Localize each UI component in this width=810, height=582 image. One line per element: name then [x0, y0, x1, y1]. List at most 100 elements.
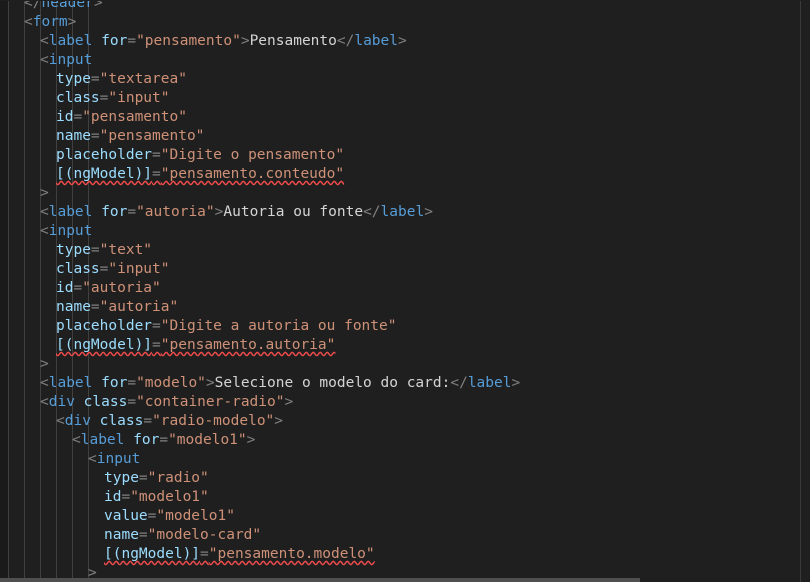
code-token-tag: label [48, 33, 93, 49]
code-line[interactable]: name="modelo-card" [0, 526, 261, 545]
code-line[interactable]: type="radio" [0, 469, 209, 488]
code-line[interactable]: type="text" [0, 241, 152, 260]
code-line[interactable]: placeholder="Digite a autoria ou fonte" [0, 317, 396, 336]
code-line[interactable]: value="modelo1" [0, 507, 235, 526]
code-token-pun: < [40, 394, 49, 410]
code-token-attr: name [104, 527, 139, 543]
code-line[interactable]: class="input" [0, 89, 170, 108]
code-token-str: "modelo1" [130, 489, 209, 505]
code-token-pun: = [138, 527, 148, 543]
code-line[interactable]: [(ngModel)]="pensamento.conteudo" [0, 165, 344, 184]
code-token-pun: = [90, 299, 100, 315]
code-token-attr: value [104, 508, 148, 524]
code-line[interactable]: <label for="pensamento">Pensamento</labe… [0, 32, 407, 51]
code-token-pun [75, 394, 84, 410]
code-token-attr: [(ngModel)] [56, 166, 153, 182]
code-token-str: "autoria" [136, 204, 215, 220]
code-token-pun: </ [450, 375, 468, 391]
code-token-pun: = [127, 33, 137, 49]
code-token-str: "autoria" [99, 299, 179, 315]
code-token-pun: > [274, 413, 284, 429]
code-token-str: "Digite a autoria ou fonte" [160, 318, 397, 334]
code-token-str: "pensamento.conteudo" [160, 166, 345, 182]
code-token-str: "radio" [147, 470, 209, 486]
code-token-str: "input" [108, 261, 170, 277]
code-token-tag: label [467, 375, 512, 391]
code-token-str: "autoria" [82, 280, 161, 296]
code-token-pun: > [246, 432, 256, 448]
code-token-pun: = [200, 546, 209, 562]
code-line[interactable]: id="autoria" [0, 279, 161, 298]
horizontal-scrollbar-thumb[interactable] [0, 578, 640, 582]
overview-ruler-area[interactable] [801, 0, 810, 582]
code-editor-viewport[interactable]: </header> <form> <label for="pensamento">P… [0, 0, 810, 582]
code-token-pun: < [40, 33, 49, 49]
code-token-tag: header [41, 0, 94, 11]
code-token-str: "container-radio" [136, 394, 285, 410]
code-line[interactable]: <input [0, 222, 92, 241]
code-line[interactable]: <label for="modelo">Selecione o modelo d… [0, 374, 520, 393]
code-token-attr: type [56, 71, 91, 87]
code-line[interactable]: name="autoria" [0, 298, 178, 317]
code-token-attr: id [56, 109, 74, 125]
code-token-attr: id [56, 280, 74, 296]
code-line[interactable]: <div class="radio-modelo"> [0, 412, 283, 431]
code-line[interactable]: type="textarea" [0, 70, 187, 89]
code-line[interactable]: <div class="container-radio"> [0, 393, 293, 412]
code-line[interactable]: <form> [0, 13, 76, 32]
code-token-str: "pensamento" [136, 33, 241, 49]
code-token-tag: label [48, 204, 93, 220]
code-token-pun: = [127, 394, 137, 410]
code-token-str: "modelo1" [156, 508, 235, 524]
code-token-pun: = [121, 489, 131, 505]
code-line[interactable]: </header> [0, 0, 103, 13]
code-token-pun: = [152, 318, 161, 334]
code-token-tag: div [48, 394, 75, 410]
code-token-attr: class [83, 394, 128, 410]
code-token-attr: for [101, 204, 128, 220]
code-token-str: "pensamento" [99, 128, 205, 144]
code-line[interactable]: [(ngModel)]="pensamento.autoria" [0, 336, 335, 355]
code-token-tag: input [48, 52, 93, 68]
code-token-pun: = [90, 242, 100, 258]
code-token-attr: name [56, 128, 91, 144]
code-token-pun: < [56, 413, 65, 429]
horizontal-scrollbar-track[interactable] [0, 578, 810, 582]
code-line[interactable]: <label for="autoria">Autoria ou fonte</l… [0, 203, 433, 222]
code-line[interactable]: [(ngModel)]="pensamento.modelo" [0, 545, 375, 564]
code-token-pun: = [159, 432, 169, 448]
code-line[interactable]: placeholder="Digite o pensamento" [0, 146, 344, 165]
code-line[interactable]: id="modelo1" [0, 488, 209, 507]
code-token-pun: = [127, 375, 137, 391]
code-token-pun: > [40, 356, 49, 372]
code-token-attr: id [104, 489, 122, 505]
code-token-pun: > [40, 185, 49, 201]
code-token-pun: = [143, 413, 153, 429]
code-line[interactable]: <input [0, 450, 140, 469]
code-token-tag: input [48, 223, 93, 239]
code-line[interactable]: class="input" [0, 260, 170, 279]
code-line[interactable]: id="pensamento" [0, 108, 187, 127]
code-token-pun: = [152, 147, 161, 163]
code-token-pun: </ [24, 0, 42, 11]
code-token-pun: > [398, 33, 407, 49]
code-token-pun: < [72, 432, 81, 448]
code-token-attr: type [104, 470, 139, 486]
code-token-pun: = [73, 280, 83, 296]
code-token-pun: < [40, 52, 49, 68]
code-line[interactable]: <input [0, 51, 92, 70]
code-token-pun: = [127, 204, 137, 220]
code-token-attr: [(ngModel)] [56, 337, 153, 353]
code-line[interactable]: <label for="modelo1"> [0, 431, 255, 450]
code-token-str: "radio-modelo" [152, 413, 275, 429]
code-token-str: "modelo" [136, 375, 206, 391]
code-token-str: "input" [108, 90, 170, 106]
code-token-str: "pensamento.modelo" [208, 546, 375, 562]
code-token-tag: label [354, 33, 398, 49]
code-content-area[interactable]: </header> <form> <label for="pensamento">P… [0, 0, 810, 582]
code-token-str: "textarea" [99, 71, 187, 87]
code-token-pun: < [40, 223, 49, 239]
code-token-tag: input [96, 451, 141, 467]
code-line[interactable]: name="pensamento" [0, 127, 204, 146]
code-token-attr: for [133, 432, 160, 448]
